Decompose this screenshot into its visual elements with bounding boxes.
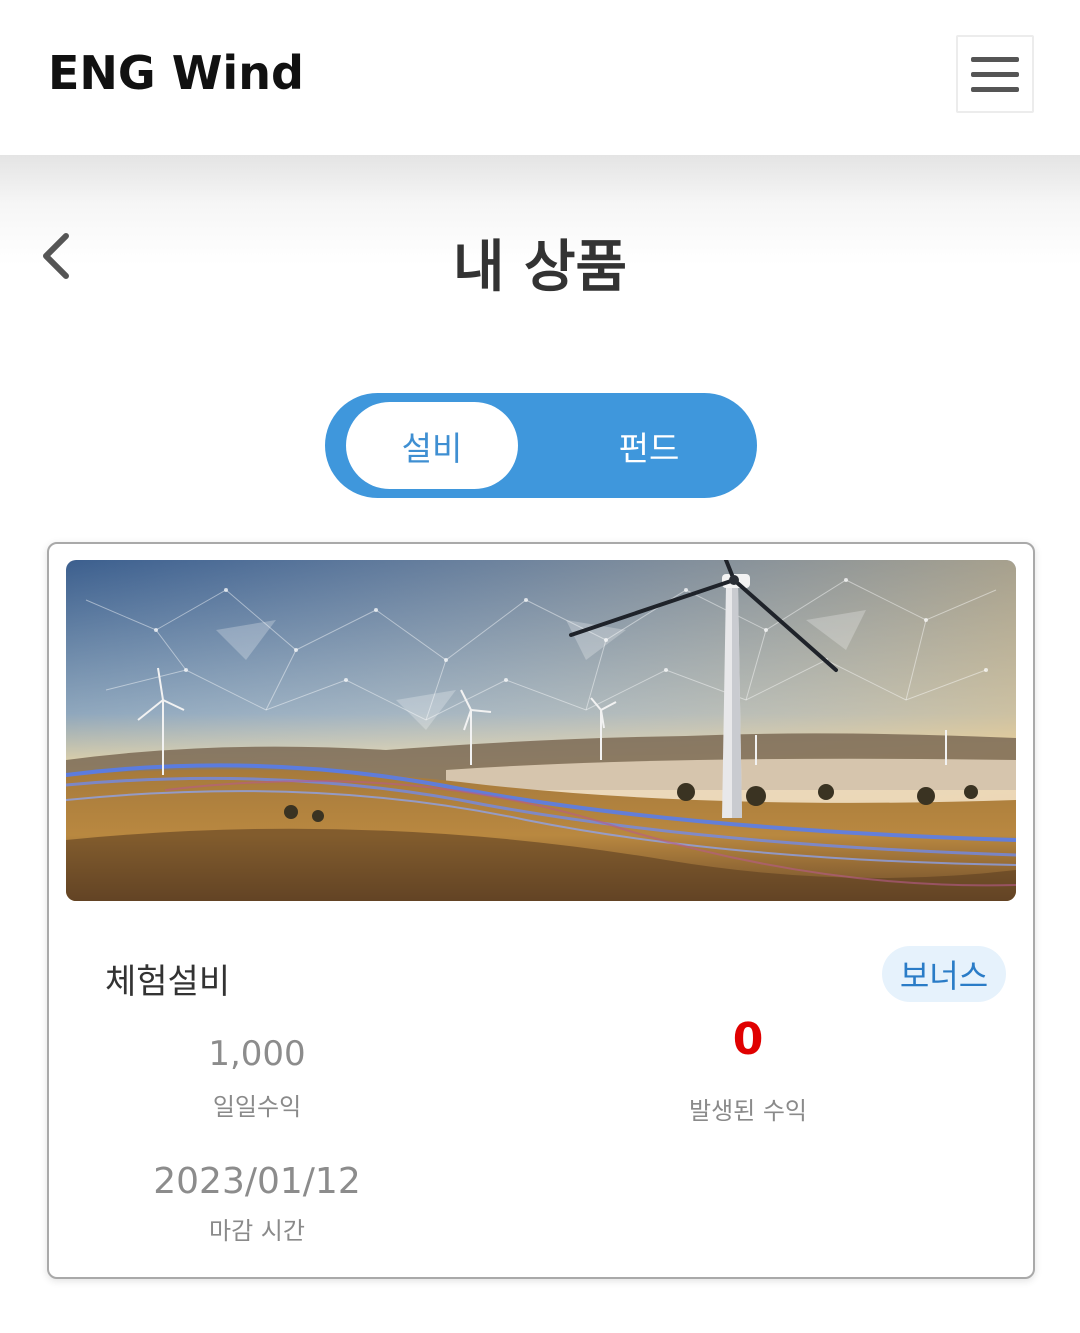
tab-fund[interactable]: 펀드 bbox=[563, 402, 735, 489]
menu-line bbox=[971, 57, 1019, 62]
hamburger-menu-icon[interactable] bbox=[956, 35, 1034, 113]
page-title: 내 상품 bbox=[452, 235, 628, 300]
daily-income-value: 1,000 bbox=[208, 1034, 306, 1074]
deadline-value: 2023/01/12 bbox=[153, 1161, 361, 1202]
bonus-badge: 보너스 bbox=[882, 946, 1006, 1002]
tab-equipment[interactable]: 설비 bbox=[346, 402, 518, 489]
app-header: ENG Wind bbox=[0, 0, 1080, 155]
wind-turbines-banner bbox=[66, 560, 1016, 901]
daily-income-label: 일일수익 bbox=[212, 1093, 302, 1121]
product-card[interactable]: 체험설비 보너스 1,000 일일수익 0 발생된 수익 2023/01/12 … bbox=[47, 542, 1035, 1279]
menu-line bbox=[971, 87, 1019, 92]
product-type-toggle: 설비 펀드 bbox=[325, 393, 757, 498]
deadline-label: 마감 시간 bbox=[209, 1217, 305, 1245]
menu-line bbox=[971, 72, 1019, 77]
earned-income-label: 발생된 수익 bbox=[688, 1097, 808, 1125]
brand-logo-text[interactable]: ENG Wind bbox=[48, 46, 304, 100]
earned-income-value: 0 bbox=[732, 1014, 764, 1065]
product-name: 체험설비 bbox=[105, 962, 231, 1002]
